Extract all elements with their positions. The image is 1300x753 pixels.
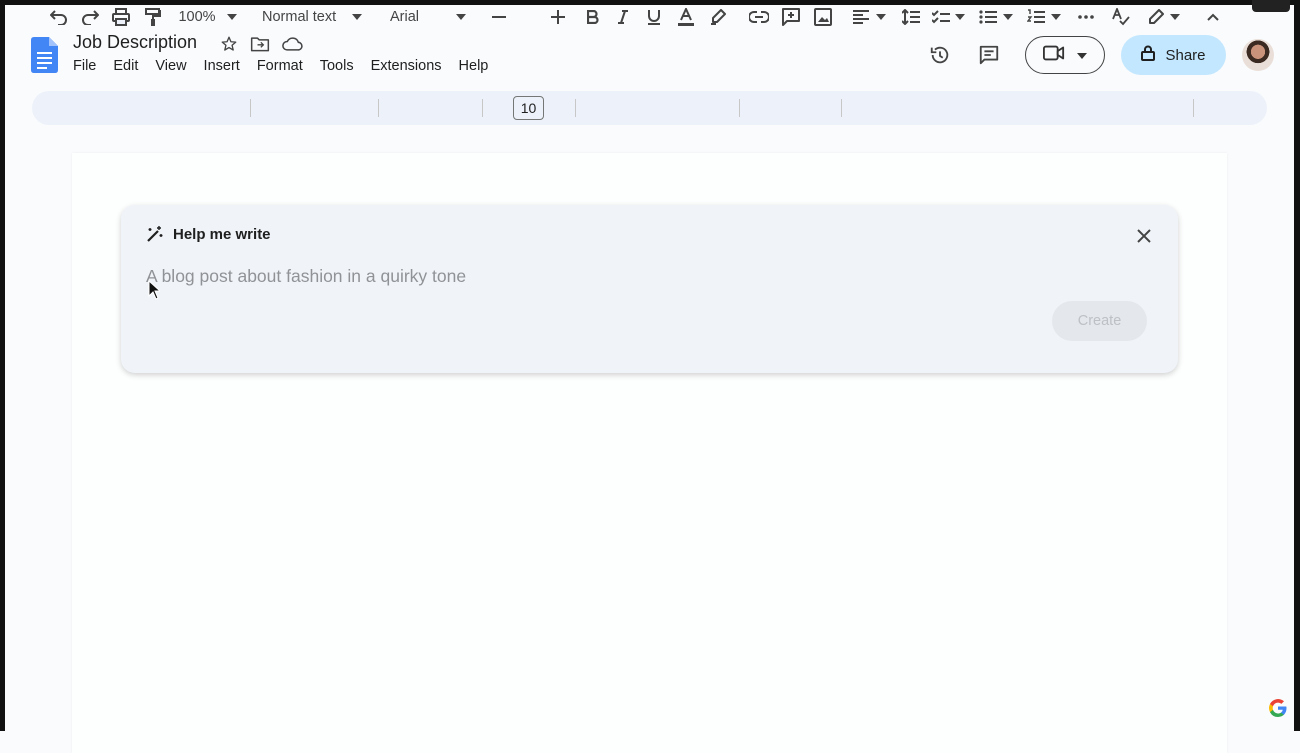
bold-icon[interactable] (583, 0, 603, 34)
menu-bar: File Edit View Insert Format Tools Exten… (73, 58, 505, 74)
redo-icon[interactable] (79, 0, 101, 34)
version-history-icon[interactable] (928, 43, 952, 67)
bullet-chevron-down-icon[interactable] (1001, 0, 1015, 34)
font-select[interactable]: Arial (390, 0, 430, 34)
chevron-down-icon (1077, 46, 1087, 64)
zoom-select[interactable]: 100% (177, 0, 217, 34)
help-me-write-panel (121, 205, 1178, 373)
lock-icon (1141, 45, 1156, 65)
docs-logo-icon[interactable] (31, 37, 58, 73)
meet-button[interactable] (1025, 36, 1105, 74)
menu-view[interactable]: View (155, 58, 194, 74)
insert-link-icon[interactable] (748, 0, 770, 34)
toolbar-divider (482, 99, 483, 117)
editing-mode-chevron-down-icon[interactable] (1168, 0, 1182, 34)
decrease-font-size-icon[interactable] (490, 0, 508, 34)
font-size-input[interactable]: 10 (513, 96, 544, 120)
close-icon[interactable] (1135, 227, 1153, 250)
zoom-chevron-down-icon[interactable] (225, 0, 239, 34)
window-frame-left (0, 0, 5, 731)
menu-tools[interactable]: Tools (320, 58, 362, 74)
create-button[interactable]: Create (1052, 301, 1147, 341)
toolbar-divider (739, 99, 740, 117)
add-comment-icon[interactable] (780, 0, 802, 34)
recording-indicator (1252, 0, 1290, 12)
menu-edit[interactable]: Edit (113, 58, 146, 74)
font-chevron-down-icon[interactable] (454, 0, 468, 34)
magic-pencil-icon (145, 226, 163, 249)
toolbar-divider (1193, 99, 1194, 117)
cloud-saved-icon[interactable] (281, 33, 303, 55)
mouse-pointer-icon (148, 279, 162, 305)
undo-icon[interactable] (48, 0, 70, 34)
share-label: Share (1165, 46, 1206, 64)
document-title[interactable]: Job Description (73, 32, 197, 53)
line-spacing-icon[interactable] (900, 0, 922, 34)
style-chevron-down-icon[interactable] (350, 0, 364, 34)
print-icon[interactable] (110, 0, 132, 34)
underline-icon[interactable] (644, 0, 664, 34)
more-options-icon[interactable] (1075, 0, 1097, 34)
toolbar-divider (575, 99, 576, 117)
menu-help[interactable]: Help (459, 58, 497, 74)
toolbar-divider (378, 99, 379, 117)
bulleted-list-icon[interactable] (977, 0, 999, 34)
italic-icon[interactable] (613, 0, 633, 34)
share-button[interactable]: Share (1121, 35, 1226, 75)
menu-insert[interactable]: Insert (204, 58, 248, 74)
paragraph-style-select[interactable]: Normal text (262, 0, 342, 34)
checklist-chevron-down-icon[interactable] (953, 0, 967, 34)
editing-mode-pencil-icon[interactable] (1145, 0, 1167, 34)
comments-icon[interactable] (977, 43, 1001, 67)
insert-image-icon[interactable] (812, 0, 834, 34)
toolbar-divider (250, 99, 251, 117)
align-chevron-down-icon[interactable] (874, 0, 888, 34)
menu-file[interactable]: File (73, 58, 104, 74)
highlight-icon[interactable] (708, 0, 728, 34)
window-frame-right (1294, 0, 1300, 731)
align-left-icon[interactable] (850, 0, 872, 34)
toolbar-divider (841, 99, 842, 117)
google-logo-icon (1268, 698, 1288, 723)
avatar[interactable] (1242, 39, 1274, 71)
toolbar (32, 91, 1267, 125)
star-icon[interactable] (218, 33, 240, 55)
help-me-write-title: Help me write (173, 226, 271, 243)
prompt-input[interactable] (146, 266, 1026, 287)
move-folder-icon[interactable] (249, 33, 271, 55)
video-camera-icon (1043, 44, 1065, 67)
increase-font-size-icon[interactable] (549, 0, 567, 34)
checklist-icon[interactable] (930, 0, 952, 34)
collapse-menus-chevron-up-icon[interactable] (1204, 0, 1222, 34)
text-color-icon[interactable] (676, 0, 696, 34)
numbered-chevron-down-icon[interactable] (1049, 0, 1063, 34)
paint-format-icon[interactable] (142, 0, 164, 34)
numbered-list-icon[interactable] (1025, 0, 1047, 34)
spellcheck-icon[interactable] (1110, 0, 1132, 34)
menu-extensions[interactable]: Extensions (371, 58, 450, 74)
menu-format[interactable]: Format (257, 58, 311, 74)
